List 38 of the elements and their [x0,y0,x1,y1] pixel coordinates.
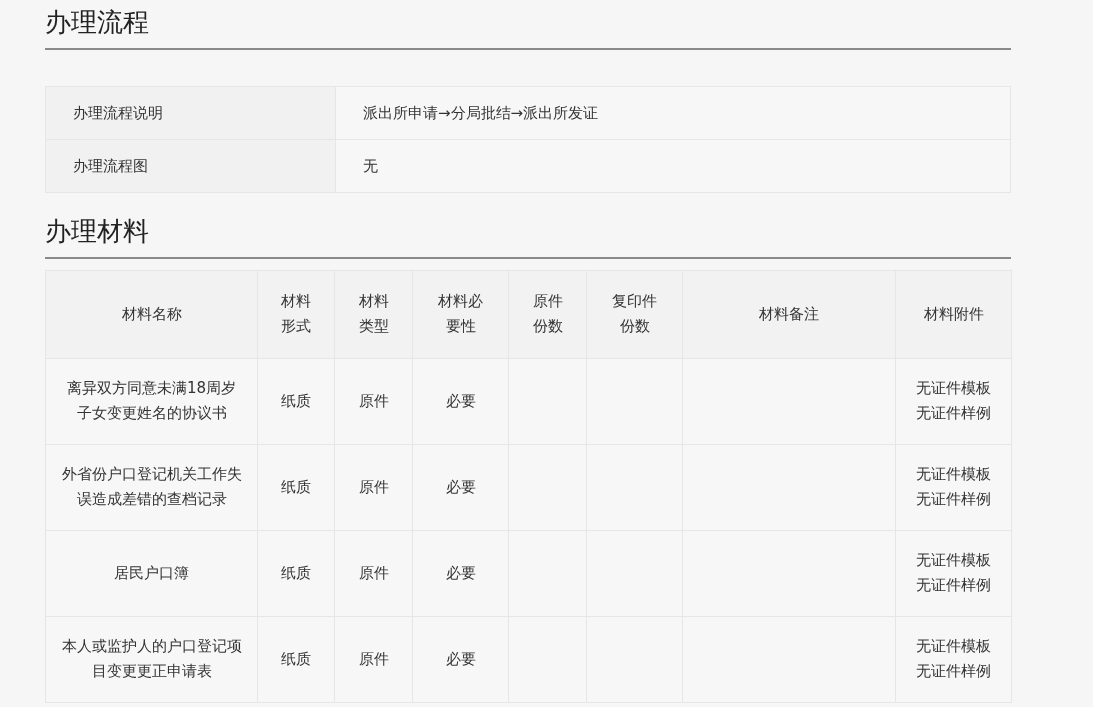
attachment-text: 无证件模板 [915,378,992,400]
table-cell: 必要 [445,477,476,496]
row-value: 无 [363,156,378,175]
table-cell: 原件 [358,649,389,668]
attachment-text: 无证件模板 [915,550,992,572]
table-cell: 必要 [445,649,476,668]
column-header: 材料形式 [280,291,312,338]
column-header: 材料名称 [121,303,182,325]
table-cell: 纸质 [281,563,311,582]
attachment-text: 无证件样例 [915,489,992,511]
attachment-text: 无证件模板 [915,636,992,658]
table-cell: 本人或监护人的户口登记项目变更更正申请表 [61,637,242,681]
table-cell: 必要 [445,391,476,410]
row-value: 派出所申请→分局批结→派出所发证 [363,103,599,122]
table-cell: 外省份户口登记机关工作失误造成差错的查档记录 [61,465,242,509]
attachment-text: 无证件样例 [915,403,992,425]
attachment-text: 无证件样例 [915,575,992,597]
table-cell: 必要 [445,563,476,582]
table-cell: 纸质 [281,477,311,496]
table-cell: 居民户口簿 [114,563,189,582]
attachment-text: 无证件样例 [915,661,992,683]
table-cell: 原件 [358,563,389,582]
column-header: 材料必要性 [437,291,484,338]
column-header: 材料附件 [923,303,984,325]
attachment-text: 无证件模板 [915,464,992,486]
table-cell: 纸质 [281,391,311,410]
column-header: 原件份数 [531,291,564,338]
column-header: 材料类型 [357,291,390,338]
table-cell: 原件 [358,391,389,410]
row-label: 办理流程说明 [73,103,163,122]
section-heading: 办理材料 [45,208,1011,259]
row-label: 办理流程图 [73,156,148,175]
table-cell: 离异双方同意未满18周岁子女变更姓名的协议书 [66,379,237,423]
table-cell: 原件 [358,477,389,496]
column-header: 材料备注 [759,303,819,325]
column-header: 复印件份数 [611,291,658,338]
table-cell: 纸质 [281,649,311,668]
section-heading: 办理流程 [45,0,1011,50]
